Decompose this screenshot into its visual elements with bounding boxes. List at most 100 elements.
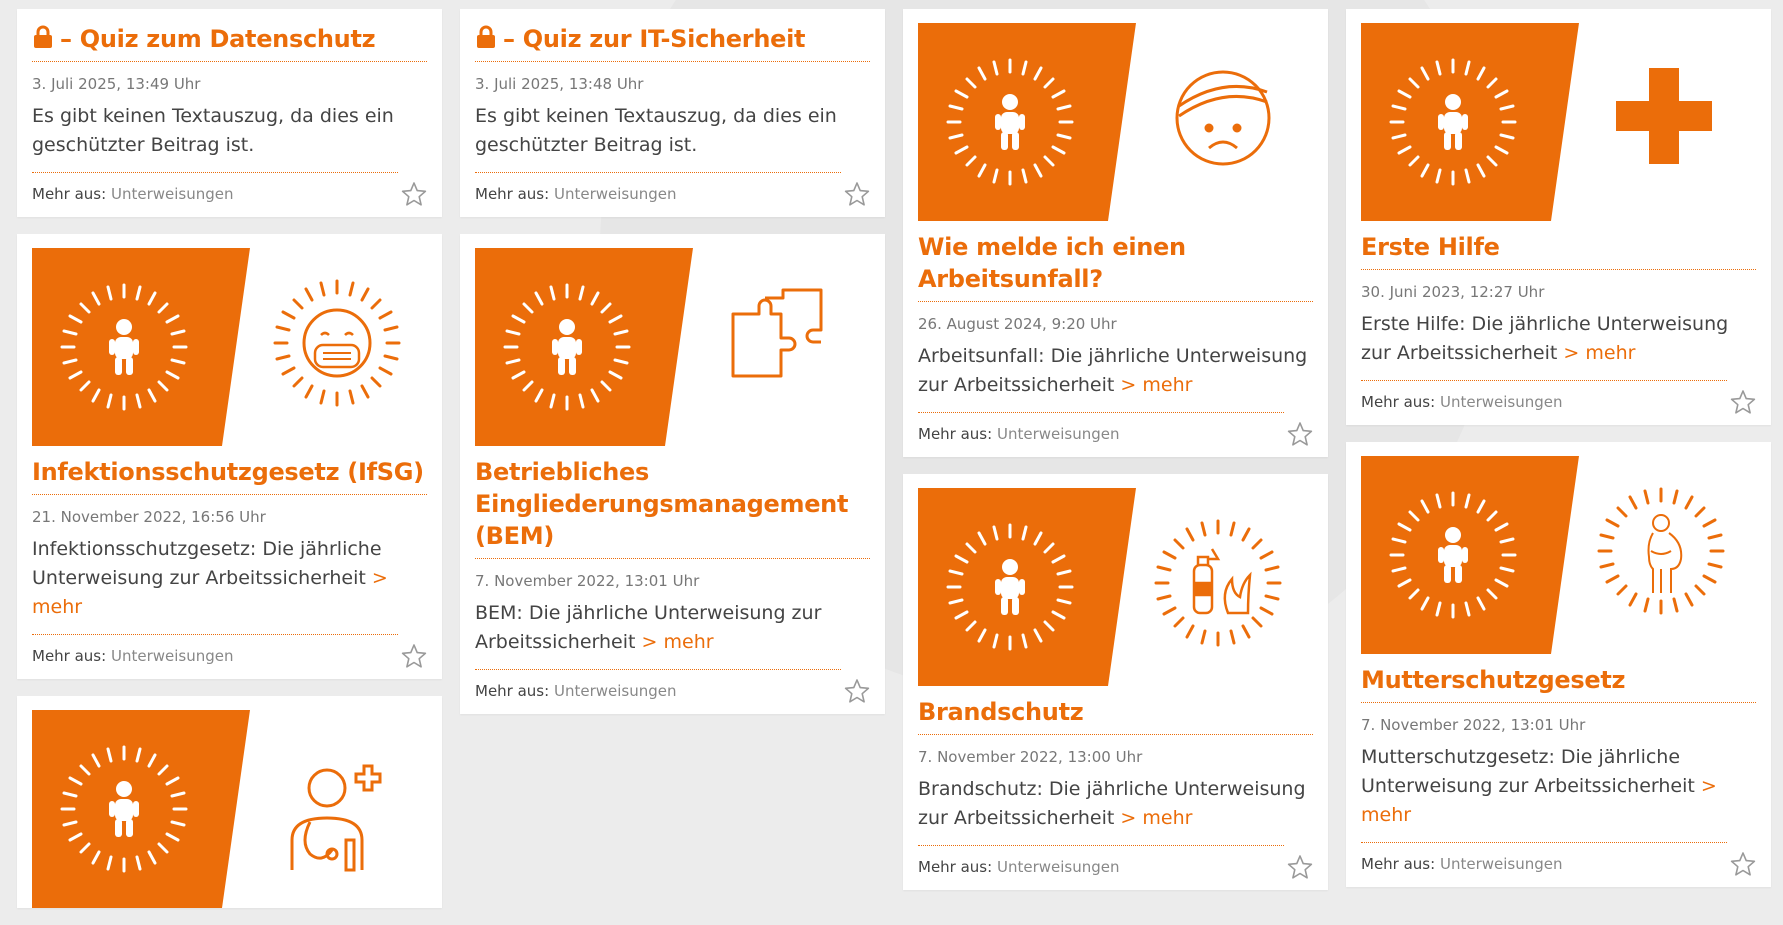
card-date: 7. November 2022, 13:01 Uhr xyxy=(1361,716,1586,734)
card-date: 26. August 2024, 9:20 Uhr xyxy=(918,315,1117,333)
more-link[interactable]: > mehr xyxy=(1120,807,1192,829)
lock-icon xyxy=(475,25,497,49)
footer-prefix: Mehr aus: xyxy=(475,682,550,700)
divider xyxy=(32,61,427,62)
divider xyxy=(475,558,870,559)
category-link[interactable]: Unterweisungen xyxy=(554,682,677,700)
star-icon[interactable] xyxy=(1287,421,1313,447)
card-footer: Mehr aus: Unterweisungen xyxy=(32,635,427,679)
card-title[interactable]: – Quiz zur IT-Sicherheit xyxy=(475,23,870,55)
doctor-icon xyxy=(290,764,382,872)
more-link[interactable]: > mehr xyxy=(1563,342,1635,364)
card-date: 30. Juni 2023, 12:27 Uhr xyxy=(1361,283,1545,301)
post-card[interactable]: – Quiz zum Datenschutz 3. Juli 2025, 13:… xyxy=(17,9,442,217)
footer-prefix: Mehr aus: xyxy=(475,185,550,203)
category-link[interactable]: Unterweisungen xyxy=(997,425,1120,443)
card-title-text[interactable]: – Quiz zum Datenschutz xyxy=(60,25,376,53)
footer-prefix: Mehr aus: xyxy=(918,425,993,443)
category-link[interactable]: Unterweisungen xyxy=(1440,855,1563,873)
card-footer: Mehr aus: Unterweisungen xyxy=(32,173,427,217)
footer-prefix: Mehr aus: xyxy=(32,185,107,203)
teaser-image[interactable] xyxy=(1361,456,1756,654)
star-icon[interactable] xyxy=(401,181,427,207)
category-link[interactable]: Unterweisungen xyxy=(111,647,234,665)
footer-prefix: Mehr aus: xyxy=(1361,855,1436,873)
card-footer: Mehr aus: Unterweisungen xyxy=(475,173,870,217)
face-mask-icon xyxy=(273,279,401,407)
card-date: 7. November 2022, 13:00 Uhr xyxy=(918,748,1143,766)
column-1: – Quiz zum Datenschutz 3. Juli 2025, 13:… xyxy=(17,9,442,925)
card-footer: Mehr aus: Unterweisungen xyxy=(1361,843,1756,887)
more-link[interactable]: > mehr xyxy=(642,631,714,653)
excerpt-text: Infektionsschutzgesetz: Die jährliche Un… xyxy=(32,538,382,589)
card-title[interactable]: – Quiz zum Datenschutz xyxy=(32,23,427,55)
card-title-text[interactable]: – Quiz zur IT-Sicherheit xyxy=(503,25,805,53)
excerpt-text: Es gibt keinen Textauszug, da dies ein g… xyxy=(32,105,394,156)
category-link[interactable]: Unterweisungen xyxy=(1440,393,1563,411)
card-date: 3. Juli 2025, 13:49 Uhr xyxy=(32,75,201,93)
column-2: – Quiz zur IT-Sicherheit 3. Juli 2025, 1… xyxy=(460,9,885,731)
card-title[interactable]: Wie melde ich einen Arbeitsunfall? xyxy=(918,231,1313,295)
card-footer: Mehr aus: Unterweisungen xyxy=(918,413,1313,457)
card-date: 3. Juli 2025, 13:48 Uhr xyxy=(475,75,644,93)
category-link[interactable]: Unterweisungen xyxy=(111,185,234,203)
card-date: 7. November 2022, 13:01 Uhr xyxy=(475,572,700,590)
category-link[interactable]: Unterweisungen xyxy=(997,858,1120,876)
post-card[interactable]: Betriebliches Eingliederungsmanagement (… xyxy=(460,234,885,714)
excerpt-text: Arbeitsunfall: Die jährliche Unterweisun… xyxy=(918,345,1308,396)
more-link[interactable]: > mehr xyxy=(1120,374,1192,396)
divider xyxy=(32,494,427,495)
card-date: 21. November 2022, 16:56 Uhr xyxy=(32,508,266,526)
card-excerpt: Infektionsschutzgesetz: Die jährliche Un… xyxy=(32,535,427,622)
card-title[interactable]: Brandschutz xyxy=(918,696,1313,728)
divider xyxy=(918,734,1313,735)
divider xyxy=(475,61,870,62)
footer-prefix: Mehr aus: xyxy=(32,647,107,665)
fire-extinguisher-icon xyxy=(1154,519,1282,647)
card-excerpt: Brandschutz: Die jährliche Unterweisung … xyxy=(918,775,1313,833)
post-card[interactable]: Erste Hilfe 30. Juni 2023, 12:27 Uhr Ers… xyxy=(1346,9,1771,425)
post-card[interactable]: Infektionsschutzgesetz (IfSG) 21. Novemb… xyxy=(17,234,442,679)
teaser-image[interactable] xyxy=(475,248,870,446)
excerpt-text: Es gibt keinen Textauszug, da dies ein g… xyxy=(475,105,837,156)
card-title[interactable]: Mutterschutzgesetz xyxy=(1361,664,1756,696)
card-title[interactable]: Infektionsschutzgesetz (IfSG) xyxy=(32,456,427,488)
category-link[interactable]: Unterweisungen xyxy=(554,185,677,203)
bandaged-face-icon xyxy=(1175,70,1271,166)
cross-icon xyxy=(1616,68,1712,164)
divider xyxy=(918,301,1313,302)
excerpt-text: Erste Hilfe: Die jährliche Unterweisung … xyxy=(1361,313,1729,364)
post-card[interactable]: Brandschutz 7. November 2022, 13:00 Uhr … xyxy=(903,474,1328,890)
excerpt-text: Brandschutz: Die jährliche Unterweisung … xyxy=(918,778,1306,829)
pregnant-woman-icon xyxy=(1597,487,1725,615)
star-icon[interactable] xyxy=(1730,851,1756,877)
card-title[interactable]: Erste Hilfe xyxy=(1361,231,1756,263)
star-icon[interactable] xyxy=(1730,389,1756,415)
teaser-image[interactable] xyxy=(918,23,1313,221)
card-footer: Mehr aus: Unterweisungen xyxy=(475,670,870,714)
excerpt-text: Mutterschutzgesetz: Die jährliche Unterw… xyxy=(1361,746,1695,797)
lock-icon xyxy=(32,25,54,49)
teaser-image[interactable] xyxy=(1361,23,1756,221)
post-card[interactable]: – Quiz zur IT-Sicherheit 3. Juli 2025, 1… xyxy=(460,9,885,217)
star-icon[interactable] xyxy=(844,678,870,704)
column-3: Wie melde ich einen Arbeitsunfall? 26. A… xyxy=(903,9,1328,907)
star-icon[interactable] xyxy=(401,643,427,669)
card-excerpt: Arbeitsunfall: Die jährliche Unterweisun… xyxy=(918,342,1313,400)
teaser-image[interactable] xyxy=(32,248,427,446)
card-footer: Mehr aus: Unterweisungen xyxy=(1361,381,1756,425)
card-title[interactable]: Betriebliches Eingliederungsmanagement (… xyxy=(475,456,870,552)
star-icon[interactable] xyxy=(844,181,870,207)
footer-prefix: Mehr aus: xyxy=(918,858,993,876)
post-card[interactable]: Wie melde ich einen Arbeitsunfall? 26. A… xyxy=(903,9,1328,457)
divider xyxy=(1361,702,1756,703)
teaser-image[interactable] xyxy=(918,488,1313,686)
teaser-image[interactable] xyxy=(32,710,427,908)
footer-prefix: Mehr aus: xyxy=(1361,393,1436,411)
card-excerpt: BEM: Die jährliche Unterweisung zur Arbe… xyxy=(475,599,870,657)
star-icon[interactable] xyxy=(1287,854,1313,880)
card-footer: Mehr aus: Unterweisungen xyxy=(918,846,1313,890)
post-card[interactable]: Mutterschutzgesetz 7. November 2022, 13:… xyxy=(1346,442,1771,887)
post-card[interactable] xyxy=(17,696,442,908)
card-excerpt: Es gibt keinen Textauszug, da dies ein g… xyxy=(32,102,427,160)
